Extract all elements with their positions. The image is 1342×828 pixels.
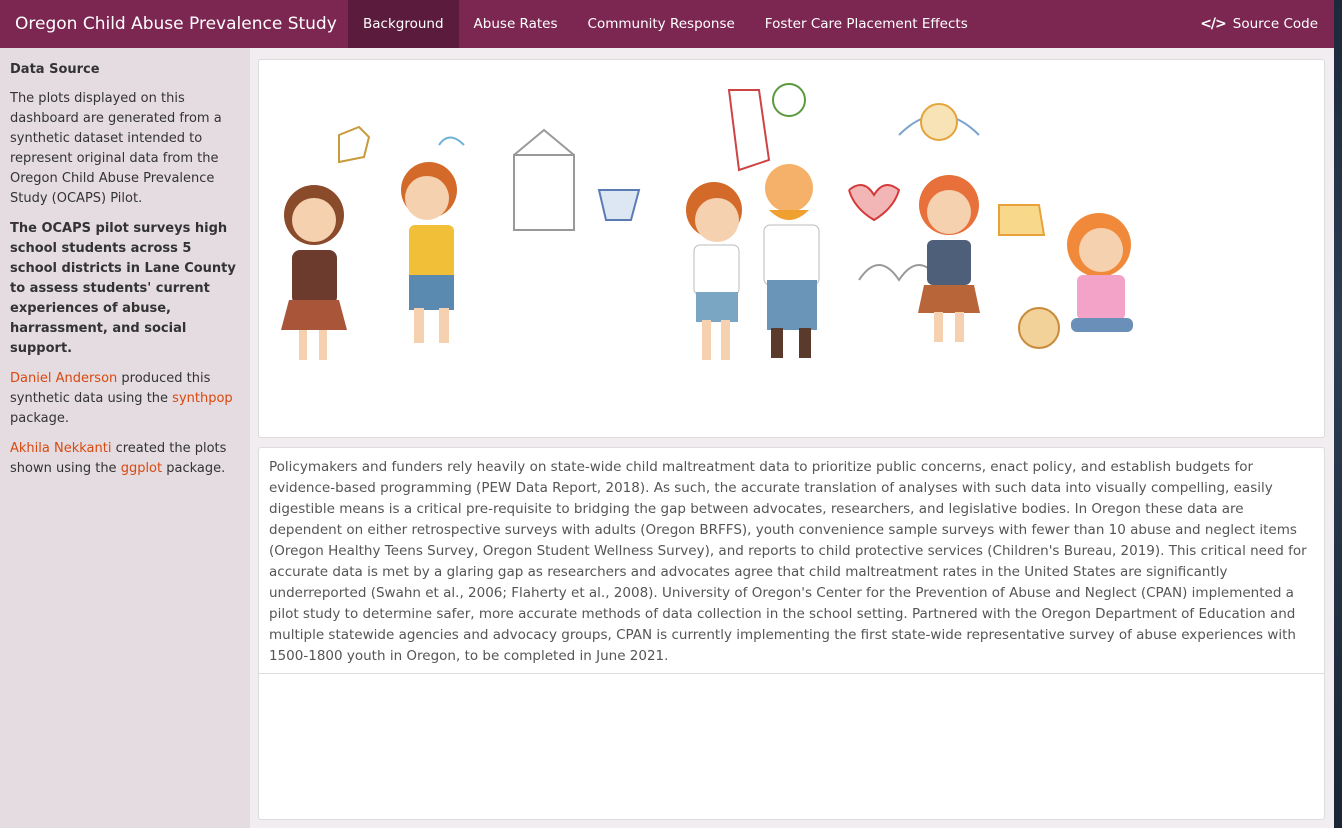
background-text-card: Policymakers and funders rely heavily on… <box>258 447 1325 820</box>
credit-text: package. <box>162 461 226 476</box>
top-navbar: Oregon Child Abuse Prevalence Study Back… <box>0 0 1334 48</box>
tab-abuse-rates[interactable]: Abuse Rates <box>459 0 573 48</box>
background-paragraph: Policymakers and funders rely heavily on… <box>259 448 1324 674</box>
source-code-label: Source Code <box>1232 16 1318 32</box>
children-drawing-illustration <box>281 83 1133 360</box>
tab-community-response[interactable]: Community Response <box>573 0 750 48</box>
sidebar: Data Source The plots displayed on this … <box>0 48 250 828</box>
code-icon: </> <box>1200 16 1227 32</box>
sidebar-paragraph-data: The plots displayed on this dashboard ar… <box>10 91 222 206</box>
ggplot-link[interactable]: ggplot <box>121 461 162 476</box>
synthpop-link[interactable]: synthpop <box>172 391 233 406</box>
sidebar-paragraph-credit-data: Daniel Anderson produced this synthetic … <box>10 369 240 429</box>
window-edge <box>1334 0 1342 828</box>
tab-foster-care-placement-effects[interactable]: Foster Care Placement Effects <box>750 0 983 48</box>
sidebar-paragraph-credit-plots: Akhila Nekkanti created the plots shown … <box>10 439 240 479</box>
app-title[interactable]: Oregon Child Abuse Prevalence Study <box>0 0 348 48</box>
credit-text: package. <box>10 411 70 426</box>
sidebar-title: Data Source <box>10 62 100 77</box>
tab-background[interactable]: Background <box>348 0 459 48</box>
nav-tabs: Background Abuse Rates Community Respons… <box>348 0 983 48</box>
akhila-nekkanti-link[interactable]: Akhila Nekkanti <box>10 441 111 456</box>
illustration-card <box>258 59 1325 438</box>
sidebar-paragraph-ocaps: The OCAPS pilot surveys high school stud… <box>10 221 236 356</box>
daniel-anderson-link[interactable]: Daniel Anderson <box>10 371 117 386</box>
source-code-link[interactable]: </> Source Code <box>1200 0 1334 48</box>
